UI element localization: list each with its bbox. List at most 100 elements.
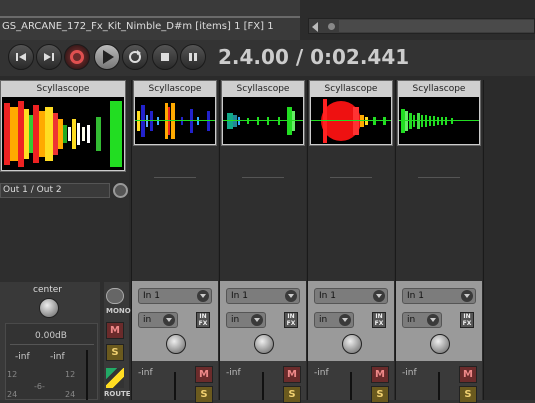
chevron-down-icon: [373, 290, 385, 302]
track-3-solo-button[interactable]: S: [371, 386, 389, 403]
track-4-input-select[interactable]: In 1: [402, 288, 476, 304]
chevron-down-icon: [197, 290, 209, 302]
go-to-end-button[interactable]: [36, 44, 62, 70]
chevron-down-icon: [251, 314, 263, 326]
play-icon: [103, 50, 114, 64]
project-title: GS_ARCANE_172_Fx_Kit_Nimble_D#m [items] …: [2, 21, 274, 32]
track-3-mute-button[interactable]: M: [371, 366, 389, 383]
mode-value: in: [143, 315, 152, 325]
waveform: [311, 99, 391, 143]
track-2-input-select[interactable]: In 1: [226, 288, 300, 304]
repeat-button[interactable]: [122, 44, 148, 70]
track-4-solo-button[interactable]: S: [459, 386, 477, 403]
repeat-icon: [129, 50, 141, 63]
track-4-mute-button[interactable]: M: [459, 366, 477, 383]
track-3-mode-select[interactable]: in: [314, 312, 354, 328]
scale-6: -6-: [34, 382, 45, 391]
waveform: [223, 107, 303, 135]
time-display[interactable]: 2.4.00 / 0:02.441: [218, 45, 409, 69]
mode-value: in: [231, 315, 240, 325]
waveform: [135, 103, 215, 139]
scroll-left-icon[interactable]: [312, 22, 318, 32]
track-4-fader[interactable]: [438, 372, 440, 400]
peak-right[interactable]: -inf: [50, 352, 65, 362]
go-to-start-button[interactable]: [8, 44, 34, 70]
stop-icon: [161, 53, 169, 61]
empty-fx-line: [154, 177, 196, 178]
track-2-fx-slot[interactable]: Scyllascope: [221, 80, 305, 146]
strip-divider: [483, 80, 484, 400]
scale-24-right: 24: [65, 390, 76, 399]
master-mute-button[interactable]: M: [106, 322, 124, 339]
track-2-fader[interactable]: [262, 372, 264, 400]
track-1-mute-button[interactable]: M: [195, 366, 213, 383]
track-4-input-fx-button[interactable]: IN FX: [460, 312, 474, 328]
track-2-mute-button[interactable]: M: [283, 366, 301, 383]
track-2-pan-knob[interactable]: [254, 334, 274, 354]
track-2-mode-select[interactable]: in: [226, 312, 266, 328]
play-button[interactable]: [94, 44, 120, 70]
track-4-pan-knob[interactable]: [430, 334, 450, 354]
scroll-track[interactable]: [339, 20, 534, 32]
empty-fx-line: [242, 177, 284, 178]
track-1-input-select[interactable]: In 1: [138, 288, 212, 304]
horizontal-scrollbar[interactable]: [308, 18, 535, 34]
waveform: [4, 101, 122, 167]
skip-end-icon: [44, 53, 54, 61]
io-button[interactable]: [113, 183, 128, 198]
track-4-fx-slot[interactable]: Scyllascope: [397, 80, 481, 146]
pause-button[interactable]: [180, 44, 206, 70]
oscilloscope-display: [2, 97, 124, 170]
fx-title: Scyllascope: [134, 81, 216, 97]
track-2-peak[interactable]: -inf: [226, 368, 241, 378]
master-pan-knob[interactable]: [39, 298, 59, 318]
oscilloscope-display: [311, 97, 391, 144]
output-selector[interactable]: Out 1 / Out 2: [0, 183, 110, 198]
track-1-fx-slot[interactable]: Scyllascope: [133, 80, 217, 146]
mono-icon[interactable]: [106, 288, 124, 304]
route-icon[interactable]: [106, 368, 124, 388]
scroll-thumb[interactable]: [328, 23, 335, 30]
master-fx-slot[interactable]: Scyllascope: [0, 80, 126, 172]
skip-start-icon: [16, 53, 26, 61]
waveform: [399, 109, 479, 133]
input-value: In 1: [319, 291, 336, 301]
track-3-fader[interactable]: [350, 372, 352, 400]
oscilloscope-display: [223, 97, 303, 144]
chevron-down-icon: [427, 314, 439, 326]
chevron-down-icon: [285, 290, 297, 302]
scale-24-left: 24: [7, 390, 18, 399]
pause-icon: [189, 53, 197, 61]
track-3-input-select[interactable]: In 1: [314, 288, 388, 304]
record-button[interactable]: [64, 44, 90, 70]
track-4-mode-select[interactable]: in: [402, 312, 442, 328]
track-1-pan-knob[interactable]: [166, 334, 186, 354]
chevron-down-icon: [461, 290, 473, 302]
track-1-fader[interactable]: [174, 372, 176, 400]
track-1-solo-button[interactable]: S: [195, 386, 213, 403]
stop-button[interactable]: [152, 44, 178, 70]
track-1-peak[interactable]: -inf: [138, 368, 153, 378]
track-1-input-fx-button[interactable]: IN FX: [196, 312, 210, 328]
track-3-peak[interactable]: -inf: [314, 368, 329, 378]
oscilloscope-display: [399, 97, 479, 144]
master-fader[interactable]: [86, 350, 88, 400]
chevron-down-icon: [339, 314, 351, 326]
scale-12-right: 12: [65, 370, 76, 379]
track-2-solo-button[interactable]: S: [283, 386, 301, 403]
input-value: In 1: [143, 291, 160, 301]
master-solo-button[interactable]: S: [106, 344, 124, 361]
track-3-fx-slot[interactable]: Scyllascope: [309, 80, 393, 146]
record-icon: [70, 50, 84, 64]
peak-left[interactable]: -inf: [15, 352, 30, 362]
oscilloscope-display: [135, 97, 215, 144]
track-4-peak[interactable]: -inf: [402, 368, 417, 378]
mono-label: MONO: [106, 307, 131, 315]
input-value: In 1: [231, 291, 248, 301]
track-1-mode-select[interactable]: in: [138, 312, 178, 328]
track-2-input-fx-button[interactable]: IN FX: [284, 312, 298, 328]
track-3-input-fx-button[interactable]: IN FX: [372, 312, 386, 328]
track-3-pan-knob[interactable]: [342, 334, 362, 354]
master-volume-readout[interactable]: 0.00dB: [35, 331, 67, 341]
empty-fx-line: [330, 177, 372, 178]
